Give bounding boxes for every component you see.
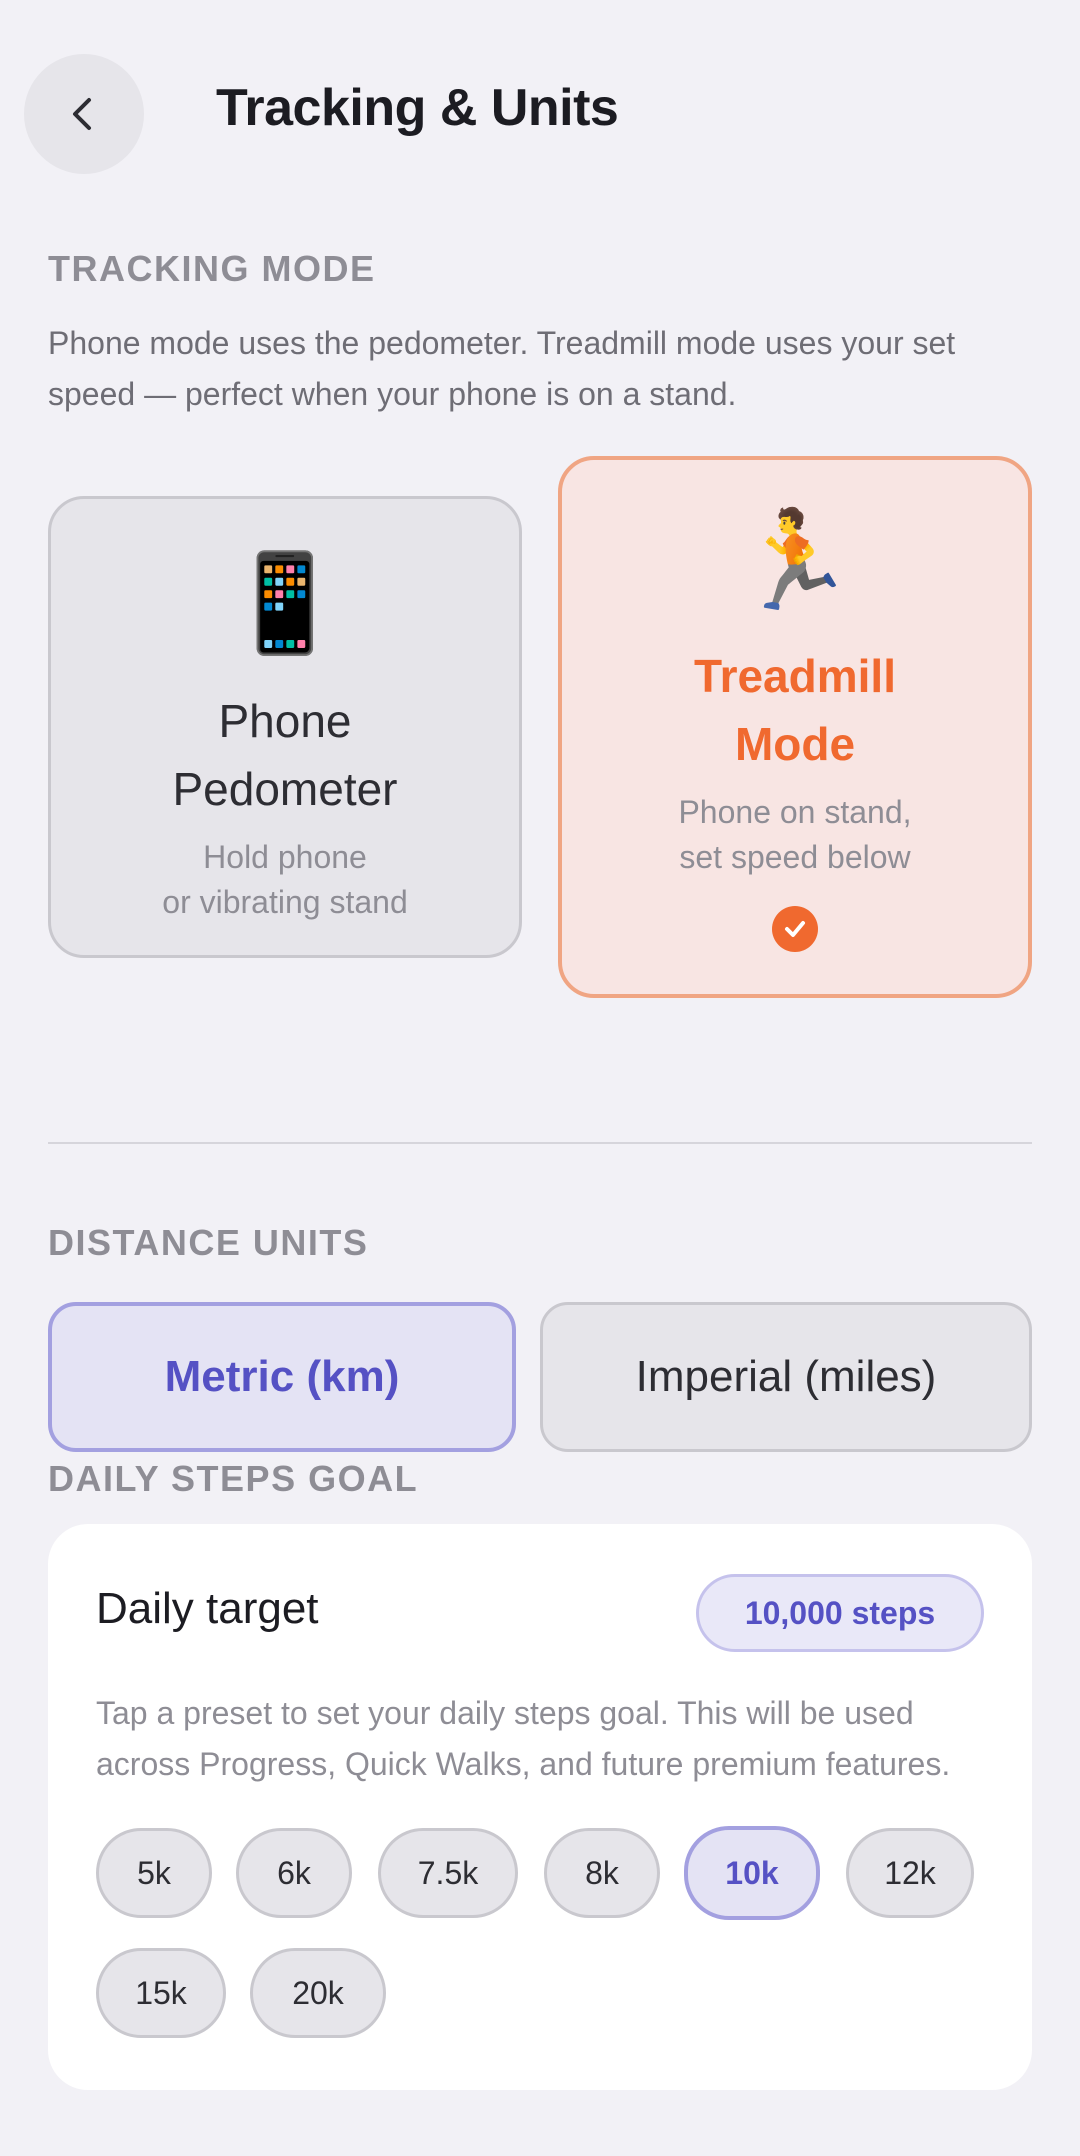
checkmark-icon xyxy=(772,906,818,952)
imperial-units-button[interactable]: Imperial (miles) xyxy=(540,1302,1032,1452)
steps-target-badge: 10,000 steps xyxy=(696,1574,984,1652)
distance-units-label: DISTANCE UNITS xyxy=(48,1222,369,1263)
tracking-mode-label: TRACKING MODE xyxy=(48,248,376,289)
daily-steps-goal-label: DAILY STEPS GOAL xyxy=(48,1458,419,1499)
preset-chip-7-5k[interactable]: 7.5k xyxy=(378,1828,518,1918)
daily-target-label: Daily target xyxy=(96,1584,319,1633)
preset-chip-6k[interactable]: 6k xyxy=(236,1828,352,1918)
phone-mode-subtitle: Hold phone or vibrating stand xyxy=(162,839,408,920)
treadmill-mode-subtitle: Phone on stand, set speed below xyxy=(678,794,912,875)
treadmill-mode-card[interactable]: 🏃 Treadmill Mode Phone on stand, set spe… xyxy=(558,456,1032,998)
section-divider xyxy=(48,1142,1032,1144)
daily-goal-card: Daily target 10,000 steps Tap a preset t… xyxy=(48,1524,1032,2090)
chevron-left-icon xyxy=(73,98,91,130)
phone-pedometer-card[interactable]: 📱 Phone Pedometer Hold phone or vibratin… xyxy=(48,496,522,958)
preset-chip-12k[interactable]: 12k xyxy=(846,1828,974,1918)
back-button[interactable] xyxy=(24,54,144,174)
phone-icon: 📱 xyxy=(225,550,345,657)
page-title: Tracking & Units xyxy=(216,79,619,137)
preset-chip-15k[interactable]: 15k xyxy=(96,1948,226,2038)
preset-chip-20k[interactable]: 20k xyxy=(250,1948,386,2038)
tracking-mode-description: Phone mode uses the pedometer. Treadmill… xyxy=(48,325,956,412)
preset-chip-5k[interactable]: 5k xyxy=(96,1828,212,1918)
phone-mode-title: Phone Pedometer xyxy=(172,695,398,815)
treadmill-mode-title: Treadmill Mode xyxy=(694,650,896,770)
metric-units-button[interactable]: Metric (km) xyxy=(48,1302,516,1452)
preset-chip-8k[interactable]: 8k xyxy=(544,1828,660,1918)
runner-icon: 🏃 xyxy=(735,507,855,614)
goal-description: Tap a preset to set your daily steps goa… xyxy=(96,1695,951,1782)
preset-chip-10k[interactable]: 10k xyxy=(684,1826,820,1920)
